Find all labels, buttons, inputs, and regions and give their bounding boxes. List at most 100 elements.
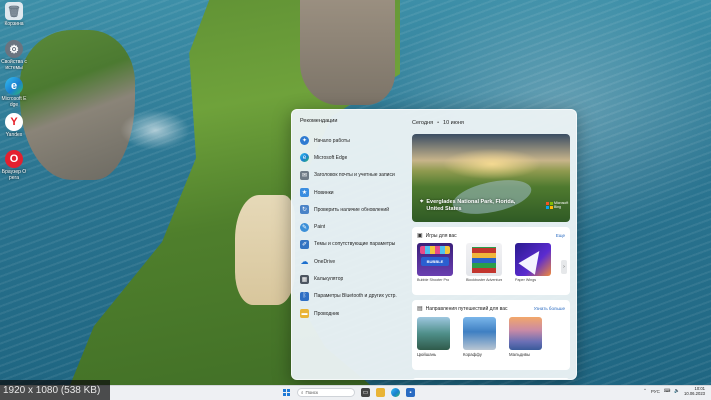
next-widget-peek	[412, 378, 570, 379]
recommended-item-label: Заголовок почты и учетные записи	[314, 172, 395, 179]
yandex-icon: Y	[5, 113, 23, 131]
destination-label: Кораффу	[463, 352, 482, 357]
recommended-item-check-updates[interactable]: ↻ Проверить наличие обновлений	[300, 201, 412, 218]
windows-logo-icon	[283, 389, 290, 396]
hero-caption: ⌖ Everglades National Park, Florida, Uni…	[420, 199, 515, 213]
recommended-item-themes[interactable]: ✐ Темы и сопутствующие параметры	[300, 236, 412, 253]
desktop-icon-opera[interactable]: O Браузер Opera	[1, 150, 27, 181]
system-properties-icon: ⚙	[5, 40, 23, 58]
desktop-icon-system-properties[interactable]: ⚙ Свойства системы	[1, 40, 27, 71]
hero-caption-line2: United States	[426, 206, 462, 212]
recommended-item-calculator[interactable]: ▦ Калькулятор	[300, 270, 412, 287]
start-menu: Рекомендации ✦ Начало работы e Microsoft…	[291, 109, 577, 380]
recommended-item-mail-accounts[interactable]: ✉ Заголовок почты и учетные записи	[300, 167, 412, 184]
destination-thumbnail	[463, 317, 496, 350]
desktop-icon-yandex[interactable]: Y Yandex	[1, 113, 27, 138]
recommended-item-file-explorer[interactable]: ▬ Проводник	[300, 305, 412, 322]
search-placeholder: Поиск	[305, 390, 319, 395]
recommended-title: Рекомендации	[300, 118, 338, 124]
onedrive-icon: ☁	[300, 257, 309, 267]
games-card-header: ▣ Игры для вас Еще	[417, 231, 565, 240]
edge-taskbar-icon[interactable]	[391, 388, 400, 397]
games-title: Игры для вас	[425, 232, 457, 239]
destination-thumbnail	[509, 317, 542, 350]
travel-destination[interactable]: Мальдивы	[509, 317, 542, 357]
travel-more-link[interactable]: Узнать больше	[534, 306, 565, 311]
recommended-item-label: Начало работы	[314, 137, 350, 144]
recommended-item-label: Параметры Bluetooth и других устр.	[314, 293, 397, 300]
search-icon: ⌕	[301, 390, 304, 395]
desktop-icon-label: Microsoft Edge	[1, 96, 27, 108]
chevron-up-icon[interactable]: ⌃	[643, 388, 647, 394]
recommended-item-label: Paint	[314, 224, 326, 231]
taskbar-search[interactable]: ⌕ Поиск	[297, 388, 355, 397]
chevron-right-icon[interactable]: ›	[561, 260, 567, 274]
games-list: BUBBLE Bubble Shooter Pro Blockbuster Ad…	[417, 243, 565, 282]
game-label: Blockbuster Adventure Puzzle	[466, 278, 502, 282]
image-info-overlay: 1920 x 1080 (538 KB)	[0, 380, 110, 400]
store-icon[interactable]: ▪	[406, 388, 415, 397]
language-indicator[interactable]: РУС	[651, 389, 660, 394]
travel-title: Направления путешествий для вас	[425, 305, 508, 312]
recommended-item-onedrive[interactable]: ☁ OneDrive	[300, 253, 412, 270]
microsoft-logo-icon: Microsoft Bing	[546, 200, 568, 210]
recommended-item-label: Проверить наличие обновлений	[314, 206, 389, 213]
recommended-item-label: OneDrive	[314, 258, 336, 265]
calculator-icon: ▦	[300, 274, 309, 284]
game-label: Paper Wings	[515, 278, 537, 282]
recommended-item-edge[interactable]: e Microsoft Edge	[300, 149, 412, 166]
recommended-item-paint[interactable]: ✎ Paint	[300, 218, 412, 235]
games-more-link[interactable]: Еще	[556, 233, 565, 238]
wallpaper-foam	[120, 110, 190, 150]
file-explorer-taskbar-icon[interactable]	[376, 388, 385, 397]
widgets-header: Сегодня • 10 июня	[412, 118, 570, 128]
recommended-item-get-started[interactable]: ✦ Начало работы	[300, 132, 412, 149]
recommended-item-bluetooth[interactable]: ᛒ Параметры Bluetooth и других устр.	[300, 288, 412, 305]
desktop-icon-label: Свойства системы	[1, 59, 27, 71]
wallpaper-beach	[235, 195, 295, 305]
opera-icon: O	[5, 150, 23, 168]
game-thumbnail: BUBBLE	[417, 243, 453, 276]
file-explorer-icon: ▬	[300, 309, 309, 319]
recommended-section: Рекомендации ✦ Начало работы e Microsoft…	[300, 118, 412, 322]
game-tile[interactable]: Paper Wings	[515, 243, 551, 282]
recommended-item-label: Новинки	[314, 189, 334, 196]
edge-icon: e	[5, 77, 23, 95]
travel-destination[interactable]: Цюйшань	[417, 317, 450, 357]
update-icon: ↻	[300, 205, 309, 215]
destination-thumbnail	[417, 317, 450, 350]
volume-icon[interactable]: 🔈	[674, 388, 680, 394]
recommended-item-label: Проводник	[314, 310, 340, 317]
task-view-icon[interactable]: ▭	[361, 388, 370, 397]
recycle-bin-icon: 🗑	[5, 2, 23, 20]
recommended-item-label: Microsoft Edge	[314, 154, 348, 161]
game-thumbnail	[466, 243, 502, 276]
recommended-item-whats-new[interactable]: ★ Новинки	[300, 184, 412, 201]
games-card: ▣ Игры для вас Еще BUBBLE Bubble Shooter…	[412, 227, 570, 295]
travel-destination[interactable]: Кораффу	[463, 317, 496, 357]
desktop-icon-label: Браузер Opera	[1, 169, 27, 181]
hero-caption-line1: Everglades National Park, Florida,	[426, 199, 516, 205]
game-label: Bubble Shooter Pro	[417, 278, 450, 282]
wallpaper-cliff-rock	[300, 0, 395, 105]
start-button[interactable]	[282, 388, 291, 397]
desktop-icon-recycle-bin[interactable]: 🗑 Корзина	[1, 2, 27, 27]
bluetooth-icon: ᛒ	[300, 291, 309, 301]
image-info-text: 1920 x 1080 (538 KB)	[3, 384, 101, 396]
hero-brand-label: Microsoft Bing	[554, 201, 569, 209]
destination-label: Цюйшань	[417, 352, 437, 357]
desktop-icon-edge[interactable]: e Microsoft Edge	[1, 77, 27, 108]
suitcase-icon: ▤	[417, 306, 423, 312]
game-thumbnail	[515, 243, 551, 276]
new-icon: ★	[300, 188, 309, 198]
travel-list: Цюйшань Кораффу Мальдивы	[417, 317, 565, 357]
date-label: 10 июня	[443, 120, 464, 126]
gamepad-icon: ▣	[417, 233, 423, 239]
system-tray: ⌃ РУС ⌨ 🔈 10:01 10.06.2023	[643, 386, 705, 396]
game-tile[interactable]: Blockbuster Adventure Puzzle	[466, 243, 502, 282]
network-icon[interactable]: ⌨	[664, 388, 671, 394]
game-tile[interactable]: BUBBLE Bubble Shooter Pro	[417, 243, 453, 282]
daily-photo-card[interactable]: ⌖ Everglades National Park, Florida, Uni…	[412, 134, 570, 222]
clock[interactable]: 10:01 10.06.2023	[684, 386, 705, 396]
themes-icon: ✐	[300, 239, 309, 249]
